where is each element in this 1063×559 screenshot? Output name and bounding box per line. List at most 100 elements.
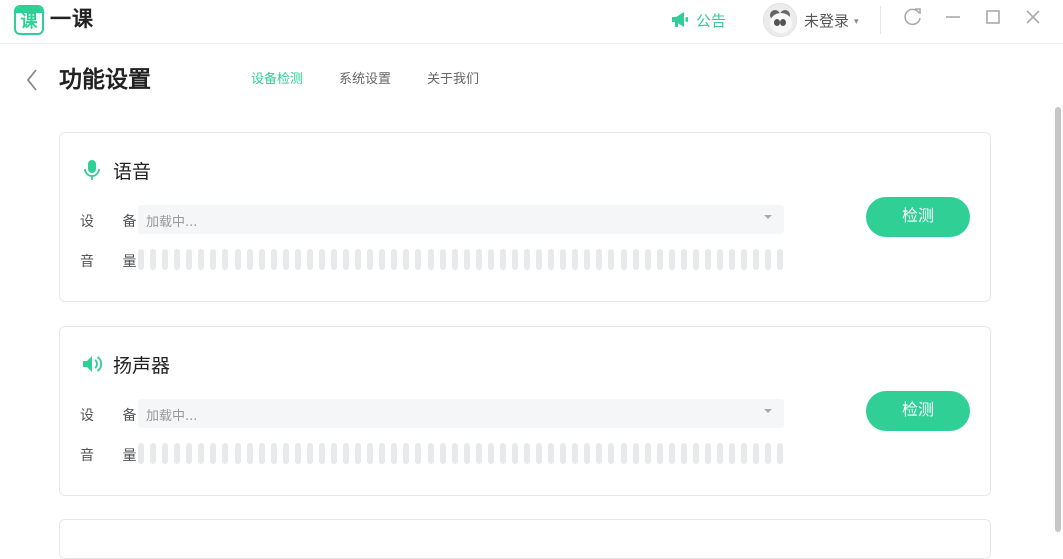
volume-meter-segment bbox=[656, 443, 663, 464]
volume-meter-segment bbox=[717, 249, 723, 270]
speaker-check-button[interactable]: 检测 bbox=[866, 391, 970, 431]
volume-meter-segment bbox=[198, 443, 205, 464]
megaphone-icon bbox=[672, 12, 688, 27]
notice-button[interactable]: 公告 bbox=[670, 8, 726, 32]
notice-label: 公告 bbox=[696, 11, 727, 30]
volume-meter-segment bbox=[463, 443, 470, 464]
speaker-volume-meter bbox=[138, 443, 784, 464]
volume-meter-segment bbox=[198, 249, 205, 270]
volume-meter-segment bbox=[234, 443, 241, 464]
volume-meter-segment bbox=[138, 249, 144, 270]
speaker-section-header: 扬声器 bbox=[82, 351, 170, 377]
volume-meter-segment bbox=[765, 443, 772, 464]
caret-down-icon bbox=[764, 215, 772, 219]
volume-meter-segment bbox=[427, 249, 434, 270]
volume-meter-segment bbox=[741, 249, 748, 270]
microphone-volume-meter bbox=[138, 249, 784, 270]
voice-section-header: 语音 bbox=[82, 157, 151, 183]
volume-meter-segment bbox=[536, 443, 543, 464]
minimize-icon bbox=[946, 16, 960, 18]
volume-meter-segment bbox=[632, 443, 639, 464]
volume-meter-segment bbox=[451, 249, 458, 270]
maximize-icon bbox=[986, 10, 1000, 24]
microphone-icon bbox=[84, 160, 100, 180]
volume-meter-segment bbox=[379, 443, 386, 464]
microphone-device-value: 加载中... bbox=[146, 215, 198, 230]
speaker-device-select[interactable]: 加载中... bbox=[138, 399, 784, 428]
speaker-section-title: 扬声器 bbox=[113, 354, 171, 377]
volume-meter-segment bbox=[608, 443, 615, 464]
caret-down-icon bbox=[764, 409, 772, 413]
scrollbar-thumb[interactable] bbox=[1055, 107, 1061, 532]
volume-meter-segment bbox=[548, 249, 555, 270]
volume-meter-segment bbox=[186, 249, 193, 270]
volume-meter-segment bbox=[355, 249, 362, 270]
volume-meter-segment bbox=[306, 249, 313, 270]
settings-tabs: 设备检测 系统设置 关于我们 bbox=[251, 71, 515, 89]
next-section-card bbox=[59, 519, 991, 559]
volume-meter-segment bbox=[379, 249, 386, 270]
microphone-device-select[interactable]: 加载中... bbox=[138, 205, 784, 234]
app-logo: 课 bbox=[14, 5, 44, 35]
tab-system-settings[interactable]: 系统设置 bbox=[339, 71, 391, 89]
volume-meter-segment bbox=[620, 443, 627, 464]
microphone-check-button[interactable]: 检测 bbox=[866, 197, 970, 237]
volume-meter-segment bbox=[704, 249, 711, 270]
volume-meter-segment bbox=[391, 249, 398, 270]
user-login-menu[interactable]: 未登录 ▾ bbox=[763, 3, 859, 37]
volume-meter-segment bbox=[294, 443, 301, 464]
volume-meter-segment bbox=[656, 249, 663, 270]
volume-meter-segment bbox=[415, 249, 422, 270]
volume-meter-segment bbox=[427, 443, 434, 464]
volume-meter-segment bbox=[487, 443, 494, 464]
volume-meter-segment bbox=[499, 249, 506, 270]
volume-meter-segment bbox=[692, 249, 699, 270]
volume-meter-segment bbox=[524, 443, 530, 464]
volume-meter-segment bbox=[439, 249, 446, 270]
volume-meter-segment bbox=[668, 249, 675, 270]
volume-meter-segment bbox=[560, 249, 567, 270]
refresh-icon bbox=[904, 8, 921, 26]
chevron-left-icon bbox=[26, 69, 37, 91]
tab-device-check[interactable]: 设备检测 bbox=[251, 71, 303, 89]
volume-meter-segment bbox=[717, 443, 723, 464]
minimize-button[interactable] bbox=[942, 6, 964, 28]
volume-meter-segment bbox=[548, 443, 555, 464]
tab-about-us[interactable]: 关于我们 bbox=[427, 71, 479, 89]
maximize-button[interactable] bbox=[982, 6, 1004, 28]
volume-meter-segment bbox=[318, 249, 325, 270]
speaker-icon bbox=[83, 356, 102, 372]
volume-meter-segment bbox=[475, 443, 482, 464]
caret-down-icon: ▾ bbox=[854, 17, 859, 27]
volume-meter-segment bbox=[355, 443, 362, 464]
volume-meter-segment bbox=[536, 249, 543, 270]
volume-meter-segment bbox=[282, 249, 289, 270]
volume-meter-segment bbox=[391, 443, 398, 464]
volume-meter-segment bbox=[150, 443, 157, 464]
volume-meter-segment bbox=[620, 249, 627, 270]
back-button[interactable] bbox=[22, 66, 42, 94]
user-login-label: 未登录 bbox=[804, 11, 850, 30]
titlebar-divider bbox=[880, 6, 881, 34]
volume-meter-segment bbox=[282, 443, 289, 464]
volume-meter-segment bbox=[270, 249, 277, 270]
close-icon bbox=[1026, 10, 1040, 24]
volume-meter-segment bbox=[777, 443, 784, 464]
volume-meter-segment bbox=[331, 249, 337, 270]
volume-meter-segment bbox=[524, 249, 530, 270]
volume-meter-segment bbox=[596, 249, 603, 270]
volume-meter-segment bbox=[367, 443, 374, 464]
refresh-button[interactable] bbox=[902, 6, 924, 28]
volume-meter-segment bbox=[608, 249, 615, 270]
volume-meter-segment bbox=[403, 249, 410, 270]
close-button[interactable] bbox=[1022, 6, 1044, 28]
volume-meter-segment bbox=[644, 443, 651, 464]
volume-meter-segment bbox=[174, 249, 181, 270]
volume-meter-segment bbox=[246, 443, 253, 464]
volume-meter-segment bbox=[644, 249, 651, 270]
volume-meter-segment bbox=[270, 443, 277, 464]
volume-meter-segment bbox=[318, 443, 325, 464]
volume-meter-segment bbox=[258, 249, 265, 270]
volume-meter-segment bbox=[584, 249, 591, 270]
voice-section-title: 语音 bbox=[113, 160, 152, 183]
